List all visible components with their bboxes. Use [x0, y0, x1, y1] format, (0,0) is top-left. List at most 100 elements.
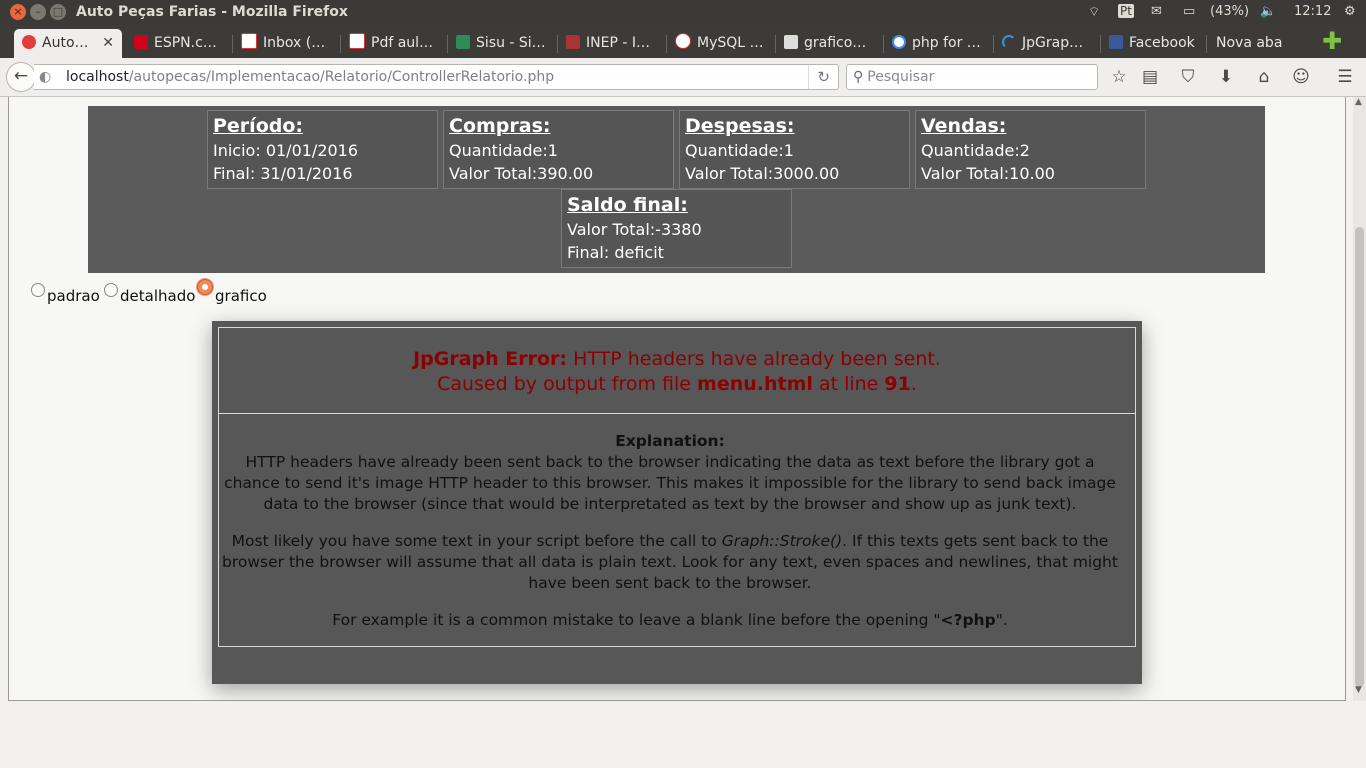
tab-inbox[interactable]: Inbox (…: [233, 29, 335, 58]
pocket-icon[interactable]: ⛉: [1177, 66, 1199, 88]
downloads-icon[interactable]: ⬇: [1215, 66, 1237, 88]
explanation-p3-pre: For example it is a common mistake to le…: [332, 611, 941, 629]
error-cause-end: .: [910, 373, 917, 395]
explanation-p3-post: ".: [995, 611, 1008, 629]
tab-jpgraph[interactable]: JpGrap…: [994, 29, 1094, 58]
tab-label: Facebook: [1129, 35, 1195, 51]
despesas-title: Despesas:: [685, 115, 795, 137]
tab-espn[interactable]: ESPN.c…: [126, 29, 226, 58]
error-cause-text: Caused by output from file: [437, 373, 691, 395]
tab-label: ESPN.c…: [154, 35, 217, 51]
settings-gear-icon[interactable]: ⚙: [1344, 4, 1356, 19]
tab-label: Pdf aul…: [371, 35, 434, 51]
chart-favicon: [784, 35, 798, 49]
tab-label: Auto…: [42, 35, 89, 51]
loading-icon: [1002, 35, 1016, 49]
window-minimize-button[interactable]: –: [30, 4, 46, 20]
tab-php-for[interactable]: php for …: [884, 29, 988, 58]
site-info-icon[interactable]: ◐: [39, 65, 51, 89]
reading-list-icon[interactable]: ▤: [1139, 66, 1161, 88]
compras-card: Compras: Quantidade:1 Valor Total:390.00: [443, 110, 674, 189]
url-bar[interactable]: ◐ localhost/autopecas/Implementacao/Rela…: [34, 64, 839, 90]
periodo-end: Final: 31/01/2016: [213, 164, 353, 183]
error-file: menu.html: [697, 373, 813, 395]
window-maximize-button[interactable]: □: [50, 4, 66, 20]
back-arrow-icon[interactable]: ←: [6, 62, 36, 92]
tab-grafico[interactable]: grafico…: [776, 29, 878, 58]
close-tab-icon[interactable]: ✕: [102, 29, 114, 57]
search-icon: ⚲: [853, 69, 864, 85]
tab-label: JpGrap…: [1022, 35, 1084, 51]
chat-icon[interactable]: ☺: [1290, 66, 1312, 88]
saldo-total: Valor Total:-3380: [567, 220, 702, 239]
saldo-final-card: Saldo final: Valor Total:-3380 Final: de…: [561, 189, 792, 268]
search-field[interactable]: ⚲ Pesquisar: [846, 64, 1098, 90]
mysql-favicon: [675, 33, 691, 49]
battery-icon[interactable]: ▭: [1183, 4, 1195, 19]
window-close-button[interactable]: ×: [10, 4, 26, 20]
periodo-start: Inicio: 01/01/2016: [213, 141, 359, 160]
facebook-icon: [1109, 35, 1123, 49]
radio-grafico-label[interactable]: grafico: [215, 287, 267, 305]
inep-favicon: [566, 35, 580, 49]
tab-mysql[interactable]: MySQL …: [667, 29, 771, 58]
explanation-p2-pre: Most likely you have some text in your s…: [231, 532, 717, 550]
window-title: Auto Peças Farias - Mozilla Firefox: [76, 4, 348, 20]
vendas-total: Valor Total:10.00: [921, 164, 1055, 183]
autopecas-favicon: [22, 35, 36, 49]
reload-icon[interactable]: ↻: [808, 65, 830, 89]
radio-grafico[interactable]: [197, 279, 213, 295]
page-content: Período: Inicio: 01/01/2016 Final: 31/01…: [8, 97, 1346, 701]
error-line: 91: [884, 373, 911, 395]
radio-detalhado[interactable]: [104, 283, 118, 297]
tab-label: Inbox (…: [263, 35, 326, 51]
tab-label: Nova aba: [1216, 35, 1283, 51]
despesas-card: Despesas: Quantidade:1 Valor Total:3000.…: [679, 110, 910, 189]
scroll-down-icon[interactable]: ▼: [1355, 685, 1362, 695]
error-header: JpGraph Error: HTTP headers have already…: [219, 328, 1135, 414]
keyboard-layout-indicator[interactable]: Pt: [1118, 4, 1134, 18]
gmail-icon: [349, 33, 365, 49]
radio-padrao[interactable]: [31, 283, 45, 297]
mail-icon[interactable]: ✉: [1151, 4, 1162, 19]
periodo-card: Período: Inicio: 01/01/2016 Final: 31/01…: [207, 110, 438, 189]
os-top-bar: × – □ Auto Peças Farias - Mozilla Firefo…: [0, 0, 1366, 25]
sisu-favicon: [456, 35, 470, 49]
menu-hamburger-icon[interactable]: ☰: [1334, 66, 1356, 88]
explanation-title: Explanation:: [615, 432, 725, 450]
navigation-bar: ← ◐ localhost/autopecas/Implementacao/Re…: [0, 58, 1366, 97]
tab-nova-aba[interactable]: Nova aba: [1208, 29, 1298, 58]
clock[interactable]: 12:12: [1294, 4, 1331, 19]
battery-percent: (43%): [1210, 4, 1250, 19]
vendas-quantity: Quantidade:2: [921, 141, 1030, 160]
url-path: /autopecas/Implementacao/Relatorio/Contr…: [128, 69, 555, 85]
gmail-icon: [241, 33, 257, 49]
home-icon[interactable]: ⌂: [1253, 66, 1275, 88]
jpgraph-error-box: JpGraph Error: HTTP headers have already…: [212, 321, 1142, 684]
tab-sisu[interactable]: Sisu - Si…: [448, 29, 553, 58]
scrollbar-thumb[interactable]: [1355, 227, 1364, 687]
periodo-title: Período:: [213, 115, 303, 137]
google-icon: [892, 35, 906, 49]
new-tab-plus-icon[interactable]: ✚: [1322, 29, 1344, 53]
url-host: localhost: [66, 69, 129, 85]
tab-inep[interactable]: INEP - I…: [558, 29, 664, 58]
tab-bar: Auto… ✕ ESPN.c… Inbox (… Pdf aul… Sisu -…: [0, 25, 1366, 58]
compras-quantity: Quantidade:1: [449, 141, 558, 160]
tab-pdf-aula[interactable]: Pdf aul…: [341, 29, 441, 58]
vertical-scrollbar[interactable]: ▲ ▼: [1353, 97, 1366, 701]
despesas-total: Valor Total:3000.00: [685, 164, 840, 183]
tab-facebook[interactable]: Facebook: [1101, 29, 1201, 58]
scroll-up-icon[interactable]: ▲: [1355, 97, 1362, 107]
radio-padrao-label[interactable]: padrao: [47, 287, 100, 305]
compras-total: Valor Total:390.00: [449, 164, 594, 183]
tab-label: Sisu - Si…: [476, 35, 546, 51]
wifi-icon[interactable]: ⌔: [1088, 4, 1100, 20]
tab-auto-pecas[interactable]: Auto… ✕: [14, 29, 122, 58]
tab-label: grafico…: [804, 35, 867, 51]
bookmark-star-icon[interactable]: ☆: [1108, 66, 1130, 88]
volume-icon[interactable]: 🔈: [1260, 4, 1276, 19]
saldo-title: Saldo final:: [567, 194, 688, 216]
radio-detalhado-label[interactable]: detalhado: [120, 287, 195, 305]
explanation-code-stroke: Graph::Stroke(): [721, 532, 843, 550]
